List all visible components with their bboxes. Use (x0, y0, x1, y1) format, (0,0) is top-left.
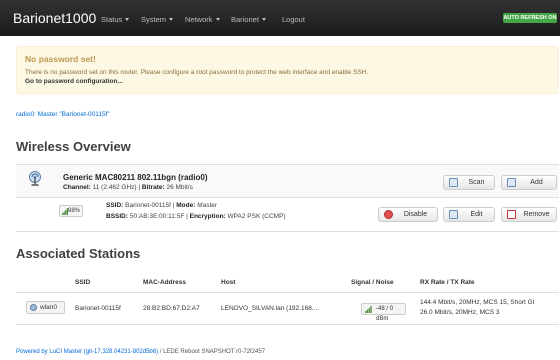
edit-icon (449, 210, 458, 219)
chevron-down-icon (125, 18, 130, 21)
auto-refresh-toggle[interactable]: AUTO REFRESH ON (503, 13, 557, 23)
menu-system[interactable]: System (141, 15, 174, 24)
station-ssid: Barionet-00115f (75, 305, 121, 312)
column-header-rate: RX Rate / TX Rate (420, 279, 475, 286)
menu-network[interactable]: Network (185, 15, 220, 24)
ssid-mode-info: SSID: Barionet-00115f | Mode: Master (106, 202, 218, 209)
column-header-host: Host (221, 279, 236, 286)
device-info: Channel: 11 (2.462 GHz) | Bitrate: 26 Mb… (63, 184, 193, 191)
chevron-down-icon (169, 18, 174, 21)
station-signal-badge: -48 / 0 dBm (361, 303, 406, 322)
station-mac: 28:B2:BD:67:D2:A7 (143, 305, 200, 312)
no-password-alert: No password set! There is no password se… (16, 46, 559, 94)
station-host: LENOVO_SILVAN.lan (192.168.... (221, 305, 320, 312)
add-icon (507, 178, 516, 187)
column-header-signal: Signal / Noise (351, 279, 394, 286)
signal-bars-icon (62, 208, 68, 215)
menu-barionet[interactable]: Barionet (231, 15, 266, 24)
remove-icon (507, 210, 516, 219)
top-navbar: Barionet1000 Status System Network Bario… (0, 0, 560, 36)
menu-logout[interactable]: Logout (282, 15, 305, 24)
page-footer: Powered by LuCI Master (git-17.328.04231… (16, 349, 265, 355)
station-tx-rate: 26.0 Mbit/s, 20MHz, MCS 3 (420, 309, 500, 316)
brand-title[interactable]: Barionet1000 (13, 10, 96, 26)
disable-button[interactable]: Disable (378, 207, 438, 222)
bssid-encryption-info: BSSID: 50:AB:3E:00:11:5F | Encryption: W… (106, 213, 286, 220)
password-config-link[interactable]: Go to password configuration... (25, 78, 123, 85)
luci-link[interactable]: Powered by LuCI Master (git-17.328.04231… (16, 349, 158, 355)
alert-title: No password set! (25, 54, 96, 64)
associated-stations-heading: Associated Stations (16, 246, 141, 261)
wifi-radio-icon (29, 171, 41, 186)
signal-bars-icon (365, 306, 372, 313)
wireless-overview-heading: Wireless Overview (16, 139, 131, 154)
search-icon (449, 178, 458, 187)
footer-version: / LEDE Reboot SNAPSHOT r0-72f2457 (158, 349, 266, 355)
chevron-down-icon (215, 18, 220, 21)
chevron-down-icon (261, 18, 266, 21)
column-header-mac: MAC-Address (143, 279, 186, 286)
disable-icon (384, 210, 393, 219)
interface-badge[interactable]: wlan0 (26, 301, 65, 314)
remove-button[interactable]: Remove (501, 207, 557, 222)
signal-quality-badge: 88% (59, 205, 83, 217)
radio-device-row: Generic MAC80211 802.11bgn (radio0) Chan… (16, 164, 559, 198)
device-name: Generic MAC80211 802.11bgn (radio0) (63, 173, 208, 182)
column-header-ssid: SSID (75, 279, 91, 286)
station-rx-rate: 144.4 Mbit/s, 20MHz, MCS 15, Short GI (420, 299, 535, 306)
wifi-icon (30, 304, 37, 311)
edit-button[interactable]: Edit (443, 207, 495, 222)
table-row: wlan0 Barionet-00115f 28:B2:BD:67:D2:A7 … (16, 293, 559, 325)
scan-button[interactable]: Scan (443, 175, 495, 190)
menu-status[interactable]: Status (101, 15, 130, 24)
radio-network-link[interactable]: radio0: Master "Barionet-00115f" (16, 111, 110, 118)
wireless-network-row: 88% SSID: Barionet-00115f | Mode: Master… (16, 198, 559, 232)
alert-text: There is no password set on this router.… (25, 69, 369, 76)
add-button[interactable]: Add (501, 175, 557, 190)
